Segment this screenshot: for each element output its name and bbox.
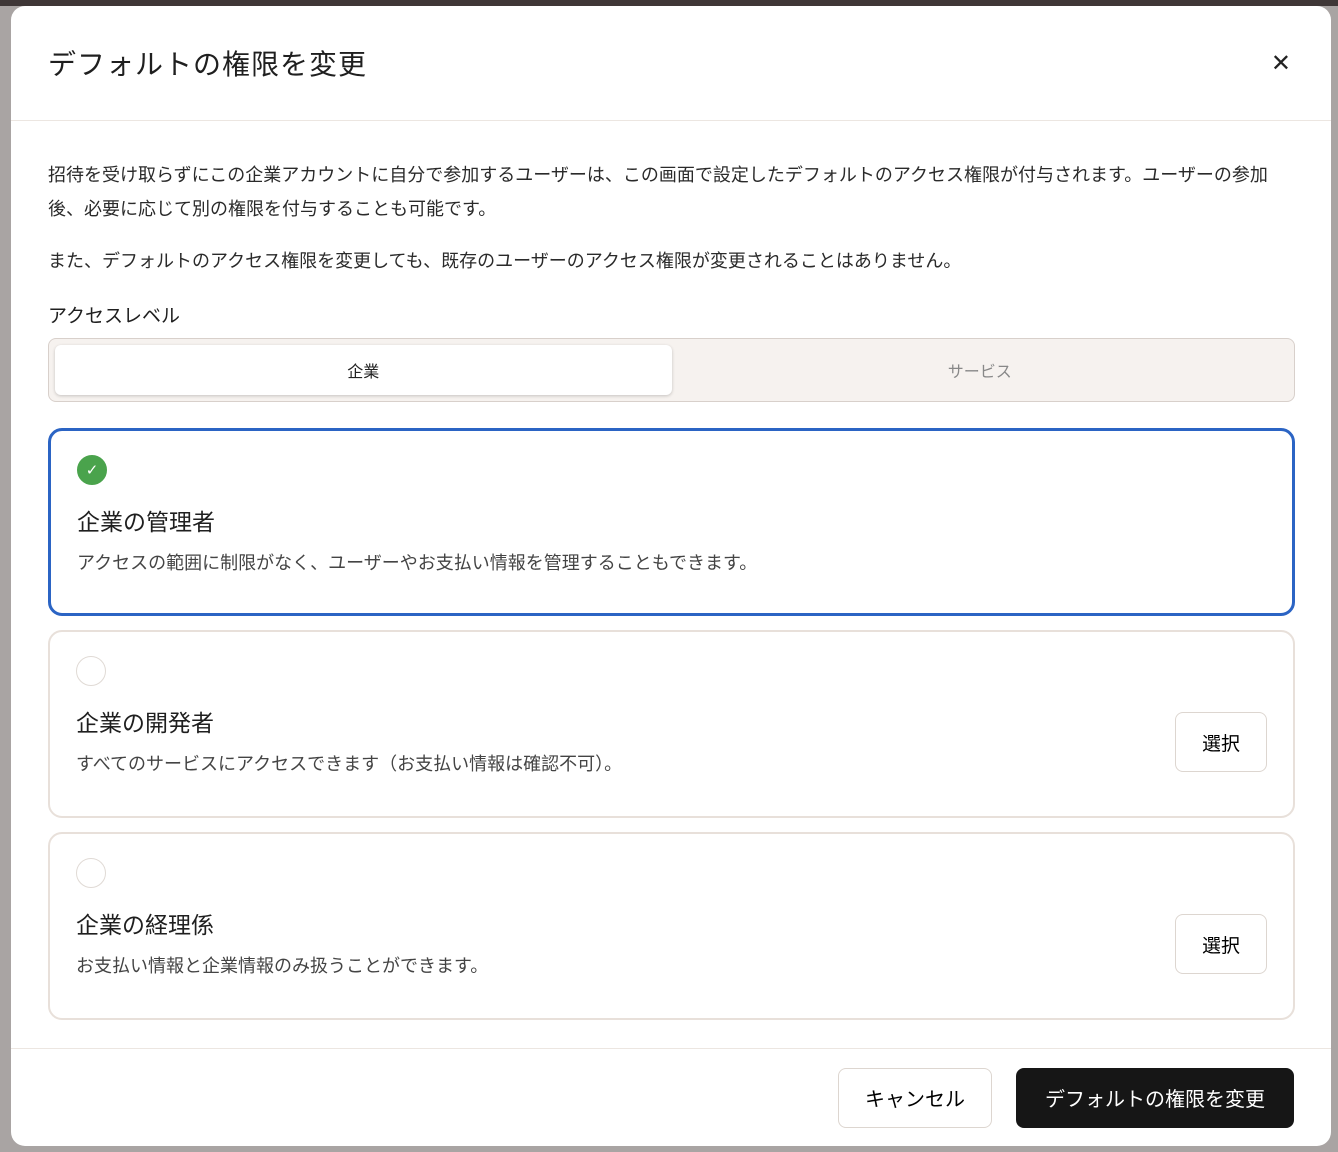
radio-empty-icon	[76, 858, 106, 888]
select-accountant-button[interactable]: 選択	[1175, 914, 1267, 974]
role-description: すべてのサービスにアクセスできます（お支払い情報は確認不可）。	[76, 754, 623, 775]
access-level-segmented-control: 企業 サービス	[48, 338, 1295, 402]
dialog-header: デフォルトの権限を変更 ✕	[11, 6, 1331, 121]
change-default-permissions-dialog: デフォルトの権限を変更 ✕ 招待を受け取らずにこの企業アカウントに自分で参加する…	[11, 6, 1331, 1146]
role-title: 企業の管理者	[77, 510, 215, 536]
role-card-accountant[interactable]: 企業の経理係 お支払い情報と企業情報のみ扱うことができます。 選択	[48, 832, 1295, 1020]
dialog-description: 招待を受け取らずにこの企業アカウントに自分で参加するユーザーは、この画面で設定し…	[48, 165, 1268, 220]
dialog-title: デフォルトの権限を変更	[48, 48, 368, 81]
role-description: アクセスの範囲に制限がなく、ユーザーやお支払い情報を管理することもできます。	[77, 553, 758, 574]
role-description: お支払い情報と企業情報のみ扱うことができます。	[76, 956, 489, 977]
select-developer-button[interactable]: 選択	[1175, 712, 1267, 772]
role-card-admin[interactable]: ✓ 企業の管理者 アクセスの範囲に制限がなく、ユーザーやお支払い情報を管理するこ…	[48, 428, 1295, 616]
role-card-developer[interactable]: 企業の開発者 すべてのサービスにアクセスできます（お支払い情報は確認不可）。 選…	[48, 630, 1295, 818]
submit-button[interactable]: デフォルトの権限を変更	[1016, 1067, 1294, 1128]
tab-company[interactable]: 企業	[55, 345, 672, 395]
dialog-note: また、デフォルトのアクセス権限を変更しても、既存のユーザーのアクセス権限が変更さ…	[48, 251, 962, 272]
tab-service[interactable]: サービス	[672, 345, 1289, 395]
access-level-label: アクセスレベル	[48, 305, 181, 327]
radio-empty-icon	[76, 656, 106, 686]
role-title: 企業の経理係	[76, 913, 214, 939]
cancel-button[interactable]: キャンセル	[838, 1067, 992, 1128]
close-button[interactable]: ✕	[1271, 49, 1291, 78]
check-circle-icon: ✓	[77, 455, 107, 485]
close-icon: ✕	[1270, 49, 1291, 77]
dialog-footer: キャンセル デフォルトの権限を変更	[11, 1048, 1331, 1146]
role-title: 企業の開発者	[76, 711, 214, 737]
